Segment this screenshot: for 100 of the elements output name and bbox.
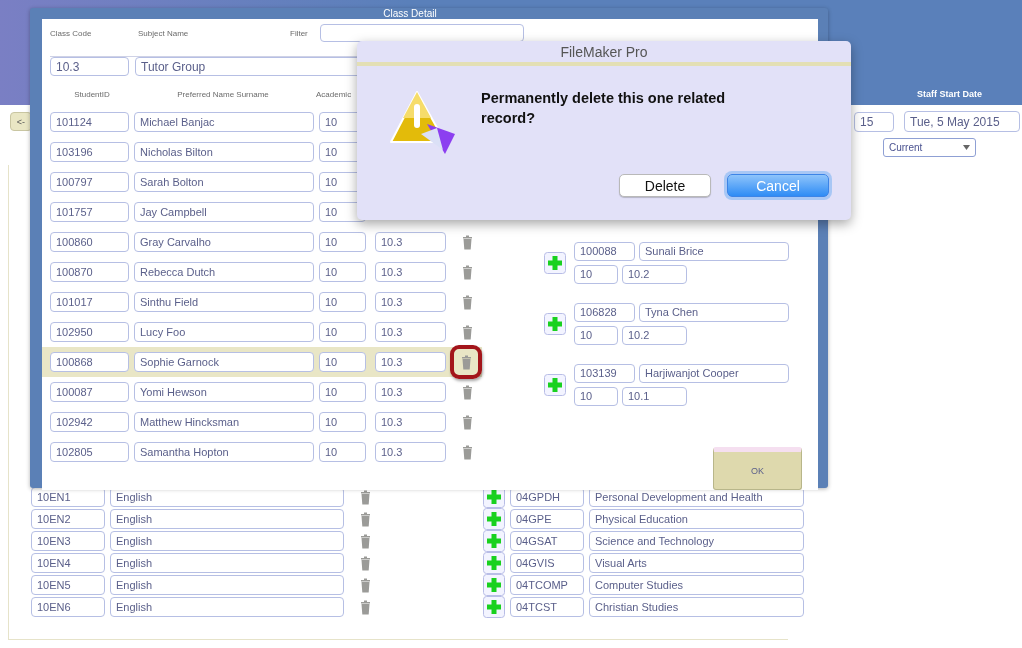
trash-icon[interactable] — [461, 444, 473, 460]
class-field[interactable]: 10.3 — [375, 412, 446, 432]
add-icon[interactable] — [544, 251, 566, 274]
subject-field[interactable]: English — [110, 575, 344, 595]
year-field[interactable]: 10 — [319, 322, 366, 342]
class-code-field[interactable]: 10EN6 — [31, 597, 105, 617]
student-row[interactable]: 102950 Lucy Foo 10 10.3 — [42, 317, 482, 347]
year-field[interactable]: 10 — [319, 292, 366, 312]
add-icon[interactable] — [544, 312, 566, 335]
add-icon[interactable] — [483, 552, 505, 574]
subject-name-field[interactable]: Visual Arts — [589, 553, 804, 573]
student-id-field[interactable]: 102805 — [50, 442, 129, 462]
year-field[interactable]: 10 — [319, 442, 366, 462]
student-id-field[interactable]: 101017 — [50, 292, 129, 312]
add-icon[interactable] — [483, 508, 505, 530]
trash-icon[interactable] — [461, 234, 473, 250]
trash-icon[interactable] — [359, 533, 371, 549]
subject-name-field[interactable]: Science and Technology — [589, 531, 804, 551]
year-field[interactable]: 10 — [319, 412, 366, 432]
student-id-field[interactable]: 100088 — [574, 241, 635, 261]
student-name-field[interactable]: Sophie Garnock — [134, 352, 314, 372]
student-row[interactable]: 100860 Gray Carvalho 10 10.3 — [42, 227, 482, 257]
start-date-field[interactable]: Tue, 5 May 2015 — [904, 111, 1020, 132]
year-field[interactable]: 10 — [319, 352, 366, 372]
student-row[interactable]: 102942 Matthew Hincksman 10 10.3 — [42, 407, 482, 437]
status-select[interactable]: Current — [883, 138, 976, 157]
subject-code-field[interactable]: 04TCST — [510, 597, 584, 617]
class-field[interactable]: 10.2 — [622, 325, 687, 345]
student-name-field[interactable]: Harjiwanjot Cooper — [639, 363, 789, 383]
filter-field[interactable] — [320, 24, 524, 42]
subject-name-field[interactable]: Computer Studies — [589, 575, 804, 595]
student-name-field[interactable]: Sunali Brice — [639, 241, 789, 261]
student-name-field[interactable]: Sarah Bolton — [134, 172, 314, 192]
student-row[interactable]: 101017 Sinthu Field 10 10.3 — [42, 287, 482, 317]
student-name-field[interactable]: Nicholas Bilton — [134, 142, 314, 162]
date-field[interactable]: 15 — [854, 111, 894, 132]
subject-field[interactable]: English — [110, 531, 344, 551]
student-name-field[interactable]: Sinthu Field — [134, 292, 314, 312]
add-icon[interactable] — [544, 373, 566, 396]
student-id-field[interactable]: 106828 — [574, 302, 635, 322]
add-icon[interactable] — [483, 596, 505, 618]
class-code-field[interactable]: 10EN2 — [31, 509, 105, 529]
trash-icon[interactable] — [359, 489, 371, 505]
class-field[interactable]: 10.2 — [622, 264, 687, 284]
student-name-field[interactable]: Michael Banjac — [134, 112, 314, 132]
class-code-field[interactable]: 10EN4 — [31, 553, 105, 573]
student-name-field[interactable]: Lucy Foo — [134, 322, 314, 342]
class-code-field[interactable]: 10EN5 — [31, 575, 105, 595]
class-field[interactable]: 10.3 — [375, 292, 446, 312]
student-name-field[interactable]: Rebecca Dutch — [134, 262, 314, 282]
class-code-field[interactable]: 10.3 — [50, 57, 129, 76]
subject-code-field[interactable]: 04GVIS — [510, 553, 584, 573]
student-name-field[interactable]: Yomi Hewson — [134, 382, 314, 402]
class-field[interactable]: 10.3 — [375, 382, 446, 402]
student-id-field[interactable]: 100870 — [50, 262, 129, 282]
student-name-field[interactable]: Tyna Chen — [639, 302, 789, 322]
trash-icon[interactable] — [359, 577, 371, 593]
student-id-field[interactable]: 101124 — [50, 112, 129, 132]
student-name-field[interactable]: Jay Campbell — [134, 202, 314, 222]
class-field[interactable]: 10.3 — [375, 442, 446, 462]
trash-icon[interactable] — [461, 384, 473, 400]
trash-icon[interactable] — [359, 511, 371, 527]
student-id-field[interactable]: 100797 — [50, 172, 129, 192]
student-row[interactable]: 100868 Sophie Garnock 10 10.3 — [42, 347, 482, 377]
trash-icon[interactable] — [461, 414, 473, 430]
subject-field[interactable]: English — [110, 509, 344, 529]
subject-field[interactable]: English — [110, 553, 344, 573]
subject-code-field[interactable]: 04GPE — [510, 509, 584, 529]
trash-icon[interactable] — [359, 555, 371, 571]
class-field[interactable]: 10.3 — [375, 352, 446, 372]
year-field[interactable]: 10 — [319, 382, 366, 402]
trash-icon[interactable] — [461, 324, 473, 340]
student-id-field[interactable]: 100868 — [50, 352, 129, 372]
student-id-field[interactable]: 102942 — [50, 412, 129, 432]
student-id-field[interactable]: 102950 — [50, 322, 129, 342]
delete-button[interactable]: Delete — [619, 174, 711, 197]
trash-icon[interactable] — [460, 354, 472, 370]
subject-code-field[interactable]: 04GSAT — [510, 531, 584, 551]
student-row[interactable]: 102805 Samantha Hopton 10 10.3 — [42, 437, 482, 467]
student-id-field[interactable]: 103196 — [50, 142, 129, 162]
student-id-field[interactable]: 100087 — [50, 382, 129, 402]
student-id-field[interactable]: 101757 — [50, 202, 129, 222]
add-icon[interactable] — [483, 574, 505, 596]
year-field[interactable]: 10 — [574, 325, 618, 345]
subject-field[interactable]: English — [110, 597, 344, 617]
class-code-field[interactable]: 10EN3 — [31, 531, 105, 551]
subject-name-field[interactable]: Christian Studies — [589, 597, 804, 617]
student-name-field[interactable]: Matthew Hincksman — [134, 412, 314, 432]
class-field[interactable]: 10.3 — [375, 232, 446, 252]
back-button[interactable]: <- — [10, 112, 32, 131]
student-row[interactable]: 100870 Rebecca Dutch 10 10.3 — [42, 257, 482, 287]
year-field[interactable]: 10 — [319, 232, 366, 252]
student-row[interactable]: 100087 Yomi Hewson 10 10.3 — [42, 377, 482, 407]
student-name-field[interactable]: Gray Carvalho — [134, 232, 314, 252]
year-field[interactable]: 10 — [574, 386, 618, 406]
student-id-field[interactable]: 103139 — [574, 363, 635, 383]
trash-icon[interactable] — [359, 599, 371, 615]
student-id-field[interactable]: 100860 — [50, 232, 129, 252]
class-field[interactable]: 10.1 — [622, 386, 687, 406]
trash-icon[interactable] — [461, 264, 473, 280]
